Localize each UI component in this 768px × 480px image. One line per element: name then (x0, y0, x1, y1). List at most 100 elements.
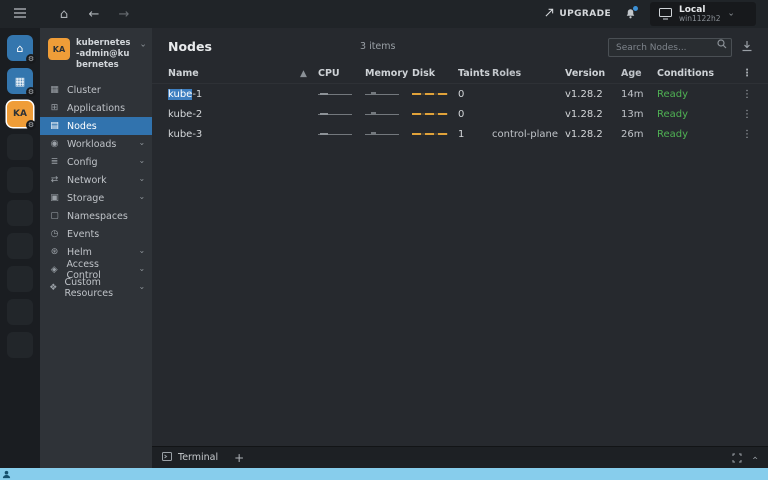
config-icon: ≣ (49, 158, 60, 167)
age-cell: 14m (621, 89, 657, 100)
memory-cell (365, 109, 412, 120)
memory-cell (365, 129, 412, 140)
new-terminal-button[interactable]: + (234, 452, 244, 464)
sidebar-item-nodes[interactable]: ▤ Nodes (40, 117, 152, 135)
sidebar-item-label: Events (67, 229, 99, 240)
node-name: kube-2 (168, 109, 300, 120)
sidebar: KA kubernetes-admin@kubernetes › ▦ Clust… (40, 28, 152, 468)
account-name: kubernetes-admin@kubernetes (76, 38, 132, 71)
column-memory[interactable]: Memory (365, 68, 412, 79)
topbar: ⌂ ← → UPGRADE Local win1122h2 (0, 0, 768, 28)
column-cpu[interactable]: CPU (318, 68, 365, 79)
cpu-sparkline (318, 130, 356, 137)
main-content: Nodes 3 items Name ▲ (152, 28, 768, 468)
chevron-down-icon[interactable]: › (138, 44, 147, 48)
version-cell: v1.28.2 (565, 89, 621, 100)
content-header: Nodes 3 items (152, 28, 768, 64)
cluster-icon: ▦ (49, 86, 60, 95)
sidebar-item-cluster[interactable]: ▦ Cluster (40, 81, 152, 99)
fullscreen-icon[interactable] (732, 453, 742, 463)
row-menu-icon[interactable]: ⋮ (740, 89, 752, 100)
conditions-cell: Ready (657, 129, 717, 140)
settings-gear-icon[interactable]: ⚙ (26, 87, 36, 97)
column-conditions[interactable]: Conditions (657, 68, 717, 79)
status-bar (0, 468, 768, 480)
forward-icon[interactable]: → (116, 8, 132, 21)
table-row[interactable]: kube-3 1 control-plane v1.28.2 26m Ready… (152, 124, 768, 144)
settings-gear-icon[interactable]: ⚙ (26, 54, 36, 64)
warning-column-icon[interactable]: ▲ (300, 69, 318, 79)
memory-sparkline (365, 110, 403, 117)
row-menu-icon[interactable]: ⋮ (740, 109, 752, 120)
sidebar-item-events[interactable]: ◷ Events (40, 225, 152, 243)
upgrade-label: UPGRADE (559, 9, 611, 19)
upgrade-button[interactable]: UPGRADE (545, 8, 611, 20)
table-menu-icon[interactable]: ⋮ (740, 68, 752, 79)
column-roles[interactable]: Roles (492, 68, 565, 79)
rail-slot (7, 266, 33, 292)
sidebar-item-label: Cluster (67, 85, 101, 96)
page-title: Nodes (168, 39, 212, 54)
chevron-down-icon: › (137, 143, 145, 146)
account-selector[interactable]: KA kubernetes-admin@kubernetes › (40, 35, 152, 81)
chevron-up-icon[interactable]: › (751, 456, 761, 460)
table-header: Name ▲ CPU Memory Disk Taints Roles Vers… (152, 64, 768, 84)
app-window: ⌂ ← → UPGRADE Local win1122h2 (0, 0, 768, 480)
cluster-selector[interactable]: Local win1122h2 › (650, 2, 756, 26)
header-right (608, 35, 752, 58)
chevron-down-icon[interactable]: › (725, 12, 734, 16)
rail-slot (7, 167, 33, 193)
memory-sparkline (365, 90, 403, 97)
chevron-down-icon: › (137, 287, 145, 290)
terminal-tab-label: Terminal (178, 452, 218, 463)
search-box (608, 35, 732, 58)
search-icon[interactable] (717, 39, 727, 49)
rail-home-button[interactable]: ⌂ ⚙ (7, 35, 33, 61)
sidebar-item-network[interactable]: ⇄ Network › (40, 171, 152, 189)
sidebar-item-label: Storage (67, 193, 104, 204)
terminal-tab[interactable]: Terminal (162, 452, 218, 464)
rail-catalog-button[interactable]: ▦ ⚙ (7, 68, 33, 94)
search-input[interactable] (608, 38, 732, 57)
cluster-name-block: Local win1122h2 (679, 5, 721, 24)
terminal-dock: Terminal + › (152, 446, 768, 468)
selected-text: kube (168, 89, 192, 100)
roles-cell: control-plane (492, 129, 565, 140)
sidebar-item-label: Workloads (67, 139, 116, 150)
account-avatar: KA (48, 38, 70, 60)
home-icon[interactable]: ⌂ (56, 8, 72, 21)
sidebar-item-storage[interactable]: ▣ Storage › (40, 189, 152, 207)
ready-badge: Ready (657, 129, 688, 140)
sidebar-item-label: Config (67, 157, 97, 168)
menu-icon[interactable] (12, 8, 28, 21)
age-cell: 26m (621, 129, 657, 140)
cluster-id: win1122h2 (679, 15, 721, 24)
conditions-cell: Ready (657, 109, 717, 120)
sidebar-item-config[interactable]: ≣ Config › (40, 153, 152, 171)
sidebar-item-namespaces[interactable]: ▢ Namespaces (40, 207, 152, 225)
node-name: kube-3 (168, 129, 300, 140)
upgrade-icon (545, 8, 554, 20)
user-icon[interactable] (2, 470, 11, 479)
cpu-sparkline (318, 90, 356, 97)
sidebar-item-applications[interactable]: ⊞ Applications (40, 99, 152, 117)
back-icon[interactable]: ← (86, 8, 102, 21)
terminal-dock-controls: › (732, 453, 758, 463)
sidebar-item-label: Nodes (67, 121, 97, 132)
column-disk[interactable]: Disk (412, 68, 458, 79)
column-version[interactable]: Version (565, 68, 621, 79)
row-menu-icon[interactable]: ⋮ (740, 129, 752, 140)
column-age[interactable]: Age (621, 68, 657, 79)
sidebar-item-custom-resources[interactable]: ❖ Custom Resources › (40, 279, 152, 297)
table-row[interactable]: kube-1 0 v1.28.2 14m Ready ⋮ (152, 84, 768, 104)
column-taints[interactable]: Taints (458, 68, 492, 79)
items-count: 3 items (360, 41, 395, 52)
column-name[interactable]: Name (168, 68, 300, 79)
download-icon[interactable] (742, 41, 752, 52)
settings-gear-icon[interactable]: ⚙ (26, 120, 36, 130)
table-row[interactable]: kube-2 0 v1.28.2 13m Ready ⋮ (152, 104, 768, 124)
sidebar-item-workloads[interactable]: ◉ Workloads › (40, 135, 152, 153)
node-name: kube-1 (168, 89, 300, 100)
notifications-bell-icon[interactable] (625, 8, 636, 20)
rail-cluster-avatar[interactable]: KA ⚙ (7, 101, 33, 127)
